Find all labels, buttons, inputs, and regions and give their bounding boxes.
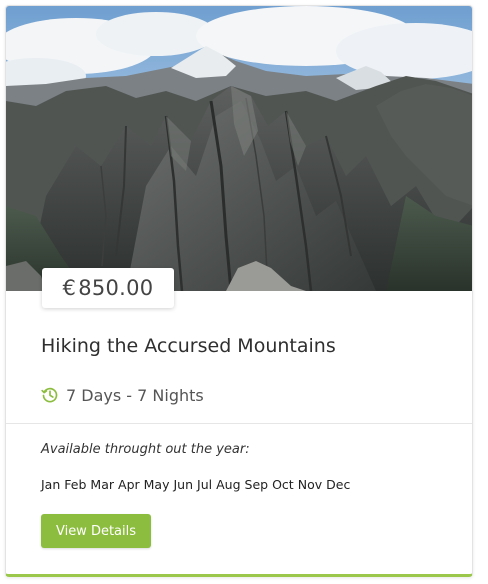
month-jan: Jan (41, 477, 61, 492)
month-sep: Sep (244, 477, 269, 492)
month-jul: Jul (197, 477, 213, 492)
month-nov: Nov (297, 477, 323, 492)
tour-title[interactable]: Hiking the Accursed Mountains (41, 335, 336, 357)
tour-card: € 850.00 Hiking the Accursed Mountains 7… (5, 5, 473, 577)
duration-text: 7 Days - 7 Nights (66, 385, 204, 405)
month-feb: Feb (64, 477, 87, 492)
tour-duration: 7 Days - 7 Nights (41, 383, 204, 407)
clock-history-icon (41, 386, 59, 404)
month-jun: Jun (173, 477, 194, 492)
month-aug: Aug (216, 477, 241, 492)
tour-image[interactable] (6, 6, 472, 291)
availability-months: Jan Feb Mar Apr May Jun Jul Aug Sep Oct … (41, 477, 350, 492)
month-mar: Mar (90, 477, 115, 492)
month-may: May (143, 477, 170, 492)
currency-symbol: € (62, 276, 77, 300)
price-amount: 850.00 (78, 276, 154, 300)
availability-label: Available throught out the year: (41, 442, 250, 457)
month-dec: Dec (326, 477, 351, 492)
month-oct: Oct (272, 477, 294, 492)
price-badge: € 850.00 (42, 268, 174, 308)
month-apr: Apr (118, 477, 140, 492)
view-details-button[interactable]: View Details (41, 514, 151, 548)
mountain-photo (6, 6, 472, 291)
card-divider (6, 423, 472, 424)
